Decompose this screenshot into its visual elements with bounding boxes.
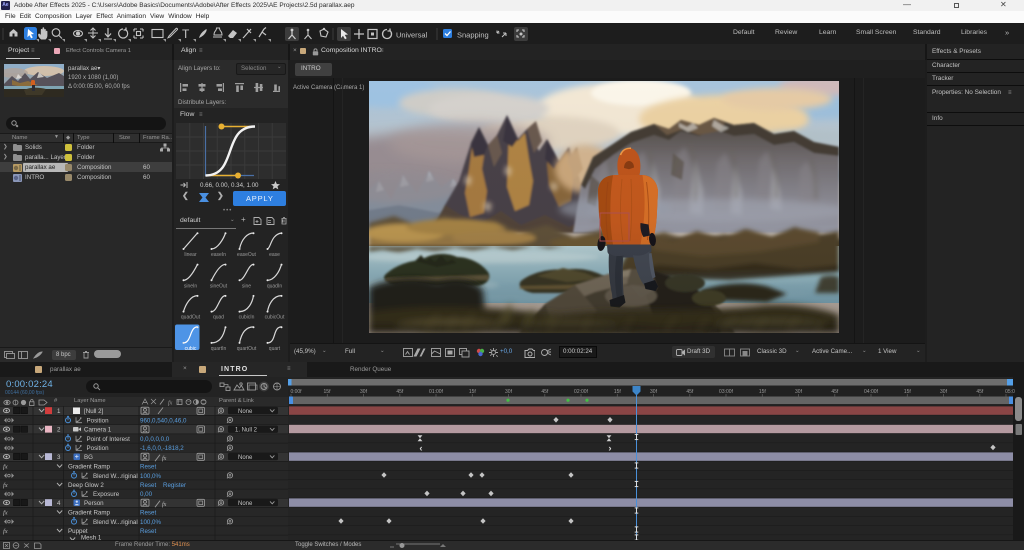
svg-text:Deep Glow 2: Deep Glow 2	[68, 482, 104, 489]
svg-text:100,0%: 100,0%	[140, 473, 161, 480]
svg-text:None: None	[238, 501, 253, 507]
svg-text:fx: fx	[3, 464, 8, 471]
svg-text:cubicOut: cubicOut	[265, 315, 285, 321]
svg-text:0:00f: 0:00f	[290, 389, 302, 395]
svg-text:sineOut: sineOut	[210, 283, 228, 289]
svg-text:3: 3	[57, 454, 61, 461]
svg-text:1. Null 2: 1. Null 2	[235, 428, 258, 434]
svg-text:fx: fx	[3, 510, 8, 517]
svg-text:Blend W...riginal: Blend W...riginal	[93, 473, 138, 480]
svg-text:easeIn: easeIn	[211, 252, 226, 258]
svg-text:ease: ease	[269, 252, 280, 258]
svg-text:05:0: 05:0	[1005, 389, 1015, 395]
svg-text:quad: quad	[213, 315, 224, 321]
svg-text:-1,6,0,0,-1818,2: -1,6,0,0,-1818,2	[140, 445, 184, 452]
svg-text:cubic: cubic	[185, 346, 197, 352]
svg-text:quadIn: quadIn	[267, 283, 283, 289]
svg-text:1: 1	[57, 408, 61, 415]
svg-text:Universal: Universal	[396, 31, 428, 40]
svg-text:960,0,540,0,46,0: 960,0,540,0,46,0	[140, 417, 187, 424]
svg-text:›: ›	[608, 443, 611, 454]
svg-text:0,00: 0,00	[140, 491, 153, 498]
svg-text:None: None	[238, 455, 253, 461]
svg-text:Reset: Reset	[140, 482, 156, 489]
svg-text:Position: Position	[87, 445, 110, 452]
svg-text:100,0%: 100,0%	[140, 519, 161, 526]
svg-text:0,0,0,0,0,0: 0,0,0,0,0,0	[140, 436, 170, 443]
svg-text:‹: ‹	[419, 443, 422, 454]
svg-text:T: T	[182, 27, 190, 41]
svg-text:linear: linear	[184, 252, 197, 258]
svg-text:fx: fx	[162, 501, 167, 508]
svg-text:cubicIn: cubicIn	[239, 315, 255, 321]
svg-text:Reset: Reset	[140, 510, 156, 517]
svg-text:Exposure: Exposure	[93, 491, 120, 498]
svg-text:quadOut: quadOut	[181, 315, 201, 321]
svg-text:None: None	[238, 409, 253, 415]
svg-text:fx: fx	[162, 455, 167, 462]
svg-text:sineIn: sineIn	[184, 283, 198, 289]
svg-text:Register: Register	[163, 482, 186, 489]
svg-text:Gradient Ramp: Gradient Ramp	[68, 510, 111, 517]
svg-text:Point of Interest: Point of Interest	[87, 436, 131, 443]
svg-text:fx: fx	[3, 528, 8, 535]
svg-text:quart: quart	[269, 346, 281, 352]
svg-text:4: 4	[57, 500, 61, 507]
svg-text:Reset: Reset	[140, 528, 156, 535]
svg-text:fx: fx	[3, 482, 8, 489]
svg-text:quartOut: quartOut	[237, 346, 257, 352]
svg-text:Person: Person	[84, 500, 104, 507]
svg-text:sine: sine	[242, 283, 251, 289]
svg-text:Snapping: Snapping	[457, 31, 489, 40]
svg-text:Camera 1: Camera 1	[84, 427, 112, 434]
svg-text:Reset: Reset	[140, 464, 156, 471]
svg-text:2: 2	[57, 427, 61, 434]
svg-text:[Null 2]: [Null 2]	[84, 408, 104, 415]
svg-text:quartIn: quartIn	[211, 346, 227, 352]
svg-text:Gradient Ramp: Gradient Ramp	[68, 464, 111, 471]
svg-text:easeOut: easeOut	[237, 252, 257, 258]
svg-text:Blend W...riginal: Blend W...riginal	[93, 519, 138, 526]
svg-text:BG: BG	[84, 454, 93, 461]
svg-text:Position: Position	[87, 417, 110, 424]
